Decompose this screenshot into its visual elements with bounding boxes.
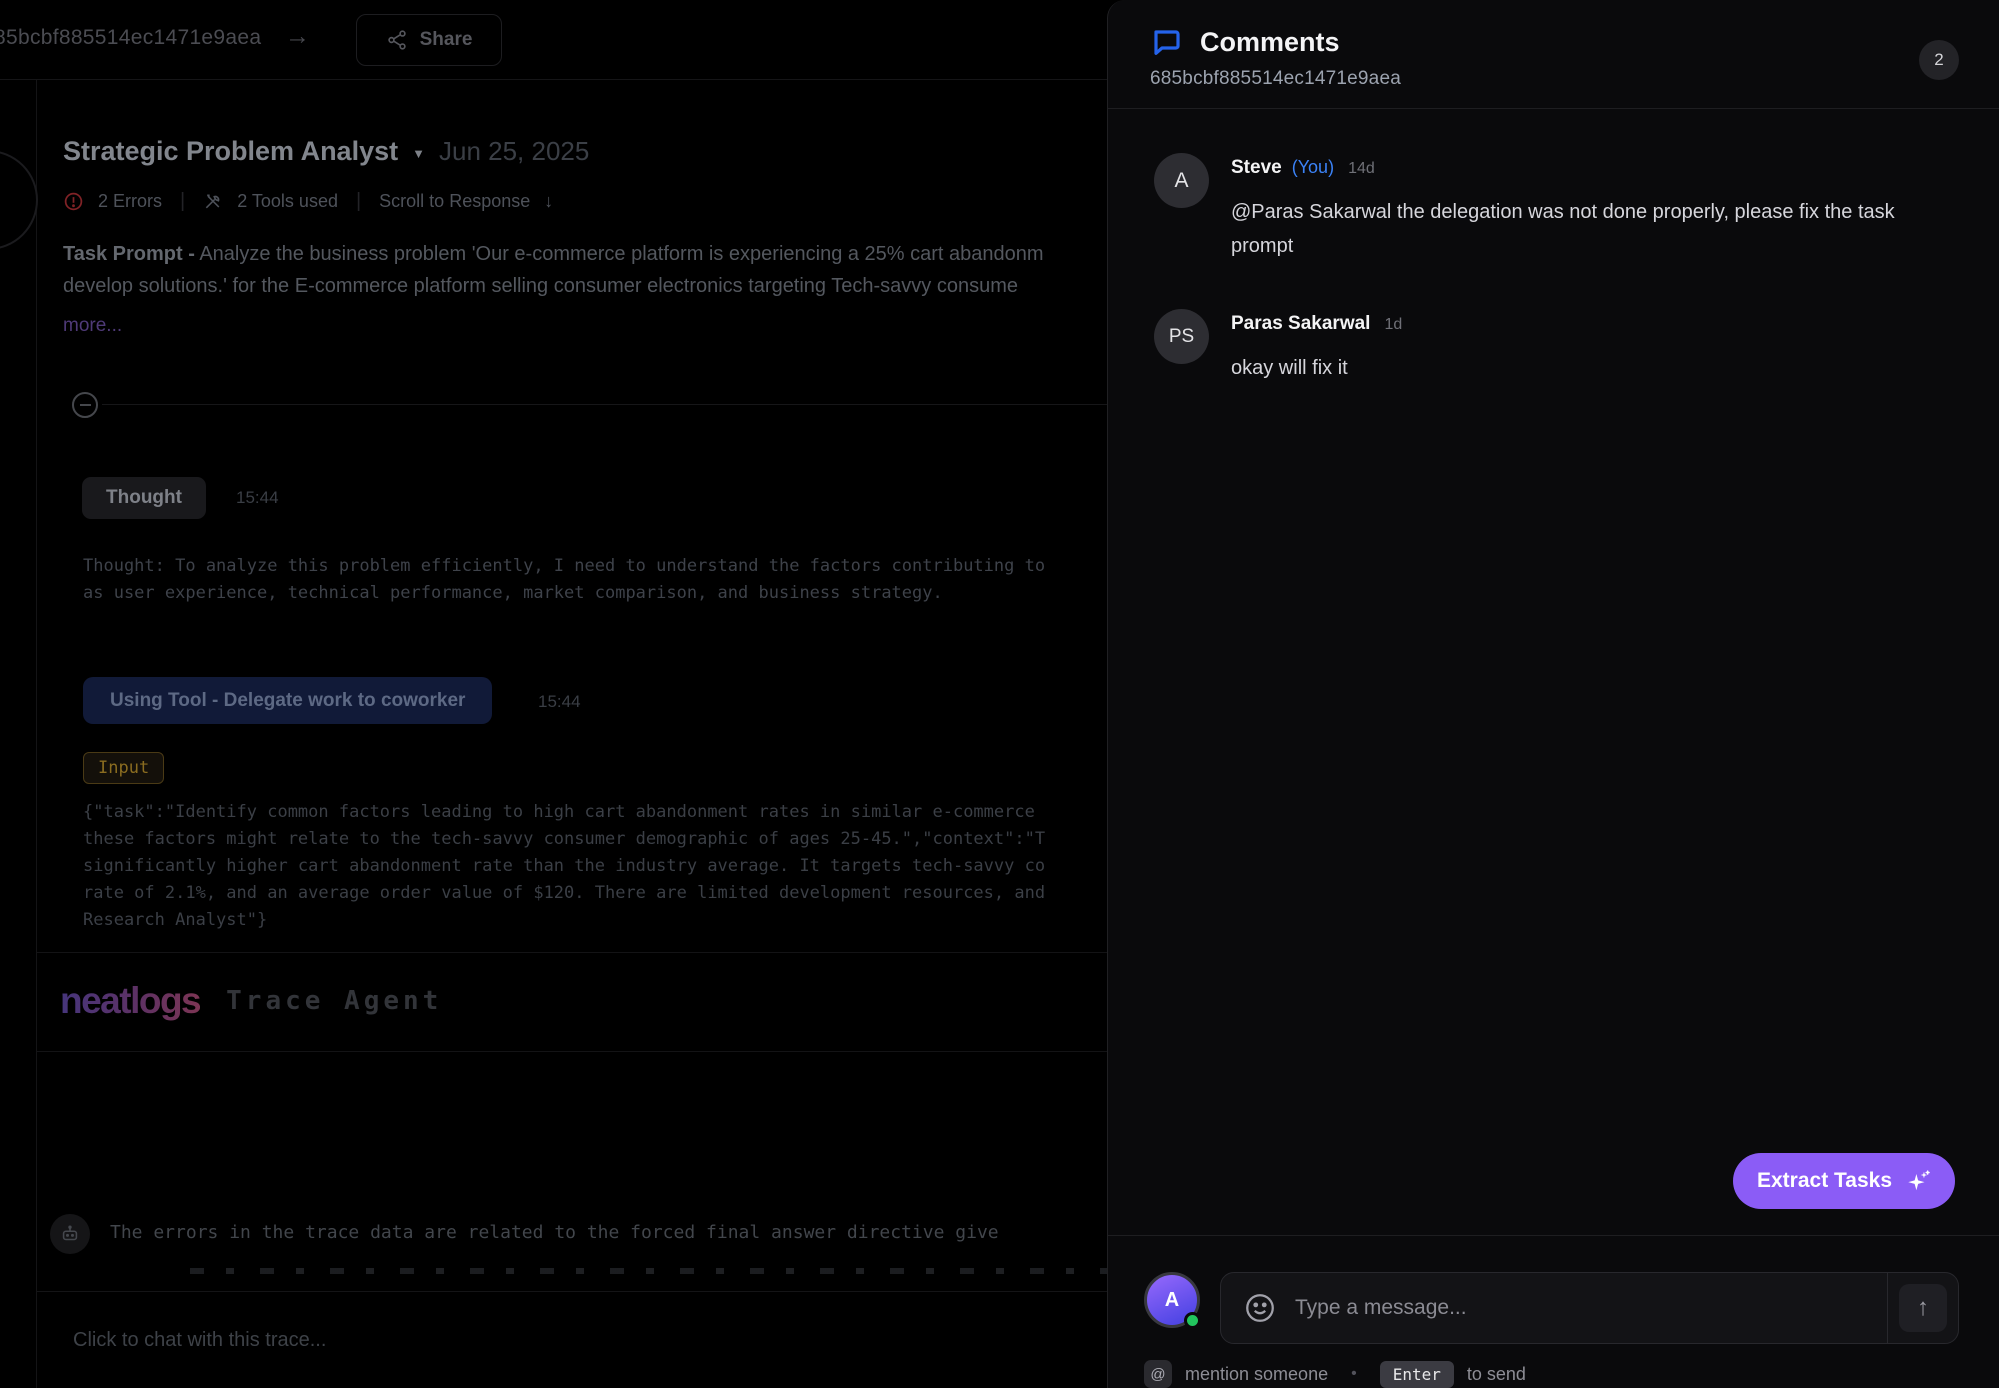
task-prompt-text1: Analyze the business problem 'Our e-comm…: [199, 243, 1043, 265]
send-button[interactable]: ↑: [1899, 1284, 1947, 1332]
collapse-step-button[interactable]: [72, 392, 98, 418]
comment-author[interactable]: Steve: [1231, 157, 1282, 179]
thought-badge[interactable]: Thought: [82, 477, 206, 519]
tool-timestamp: 15:44: [538, 692, 581, 712]
tools-count-label: 2 Tools used: [237, 191, 338, 212]
trace-id-text: 85bcbf885514ec1471e9aea: [0, 26, 261, 50]
arrow-up-icon: ↑: [1917, 1294, 1929, 1322]
input-badge: Input: [83, 752, 164, 784]
error-icon: [63, 191, 84, 212]
send-hint-label: to send: [1467, 1364, 1526, 1385]
errors-count-label: 2 Errors: [98, 191, 162, 212]
you-tag: (You): [1292, 157, 1334, 178]
my-avatar: A: [1144, 1272, 1200, 1328]
tool-input-json-line: these factors might relate to the tech-s…: [83, 829, 1045, 849]
dot-separator: •: [1341, 1365, 1367, 1383]
comment-text: @Paras Sakarwal the delegation was not d…: [1231, 195, 1911, 263]
thought-text-line2: as user experience, technical performanc…: [83, 583, 943, 603]
sparkles-icon: [1905, 1168, 1931, 1194]
emoji-icon[interactable]: [1243, 1291, 1277, 1325]
comment-timestamp: 14d: [1348, 160, 1375, 178]
enter-key-chip: Enter: [1380, 1361, 1454, 1388]
arrow-down-icon: ↓: [544, 191, 553, 212]
chevron-down-icon[interactable]: ▼: [412, 142, 425, 161]
comment-text: okay will fix it: [1231, 351, 1402, 385]
comment-author[interactable]: Paras Sakarwal: [1231, 313, 1370, 335]
clipped-text-remnant: [190, 1268, 1190, 1274]
comments-trace-id: 685bcbf885514ec1471e9aea: [1150, 68, 1959, 90]
extract-tasks-label: Extract Tasks: [1757, 1169, 1892, 1193]
trace-date: Jun 25, 2025: [439, 136, 589, 167]
brand-product-label: Trace Agent: [226, 986, 442, 1016]
tools-icon: [203, 192, 223, 212]
comments-count-badge: 2: [1919, 40, 1959, 80]
trace-analysis-text: The errors in the trace data are related…: [110, 1222, 999, 1243]
avatar: PS: [1154, 309, 1209, 364]
message-box: ↑: [1220, 1272, 1959, 1344]
scroll-to-response-link[interactable]: Scroll to Response: [379, 191, 530, 212]
page-title[interactable]: Strategic Problem Analyst: [63, 136, 398, 167]
mention-hint-label: mention someone: [1185, 1364, 1328, 1385]
comment-bubble-icon: [1150, 26, 1182, 58]
task-prompt-label: Task Prompt -: [63, 243, 195, 265]
minus-icon: [80, 404, 91, 406]
input-hint-row: @ mention someone • Enter to send: [1108, 1344, 1999, 1388]
using-tool-badge[interactable]: Using Tool - Delegate work to coworker: [83, 677, 492, 724]
trace-chat-input[interactable]: [73, 1320, 973, 1360]
meta-separator: |: [176, 190, 189, 213]
edge-ring-decoration: [0, 150, 38, 250]
message-input[interactable]: [1277, 1273, 1887, 1343]
meta-separator: |: [352, 190, 365, 213]
comment-timestamp: 1d: [1384, 316, 1402, 334]
trace-header: Strategic Problem Analyst ▼ Jun 25, 2025: [63, 136, 589, 167]
comment-input-area: A ↑: [1108, 1235, 1999, 1344]
app-root: 85bcbf885514ec1471e9aea → Share Strategi…: [0, 0, 1999, 1388]
comment-item: PS Paras Sakarwal 1d okay will fix it: [1154, 309, 1953, 385]
left-panel-divider: [36, 80, 37, 1388]
comments-list: A Steve (You) 14d @Paras Sakarwal the de…: [1108, 109, 1999, 1235]
share-icon: [386, 29, 408, 51]
comments-title: Comments: [1200, 27, 1340, 58]
share-button-label: Share: [420, 29, 473, 51]
brand-row: neatlogs Trace Agent: [60, 980, 442, 1022]
task-prompt-line2: develop solutions.' for the E-commerce p…: [63, 275, 1018, 298]
at-mention-chip[interactable]: @: [1144, 1360, 1172, 1388]
send-separator: [1887, 1273, 1888, 1343]
tool-input-json-line: significantly higher cart abandonment ra…: [83, 856, 1045, 876]
comment-item: A Steve (You) 14d @Paras Sakarwal the de…: [1154, 153, 1953, 263]
goto-trace-arrow-icon[interactable]: →: [285, 22, 310, 51]
online-status-dot: [1184, 1312, 1201, 1329]
comments-panel: Comments 2 685bcbf885514ec1471e9aea A St…: [1107, 0, 1999, 1388]
thought-text-line1: Thought: To analyze this problem efficie…: [83, 556, 1045, 576]
thought-timestamp: 15:44: [236, 488, 279, 508]
avatar: A: [1154, 153, 1209, 208]
trace-meta-row: 2 Errors | 2 Tools used | Scroll to Resp…: [63, 190, 553, 213]
extract-tasks-button[interactable]: Extract Tasks: [1733, 1153, 1955, 1209]
tool-input-json-line: rate of 2.1%, and an average order value…: [83, 883, 1045, 903]
more-link[interactable]: more...: [63, 315, 122, 337]
robot-icon: [59, 1223, 81, 1245]
neatlogs-logo[interactable]: neatlogs: [60, 980, 200, 1022]
share-button[interactable]: Share: [356, 14, 502, 66]
robot-avatar: [50, 1214, 90, 1254]
comments-header: Comments 2 685bcbf885514ec1471e9aea: [1108, 0, 1999, 109]
tool-input-json-line: {"task":"Identify common factors leading…: [83, 802, 1035, 822]
task-prompt-line1: Task Prompt - Analyze the business probl…: [63, 243, 1044, 266]
tool-input-json-line: Research Analyst"}: [83, 910, 267, 930]
